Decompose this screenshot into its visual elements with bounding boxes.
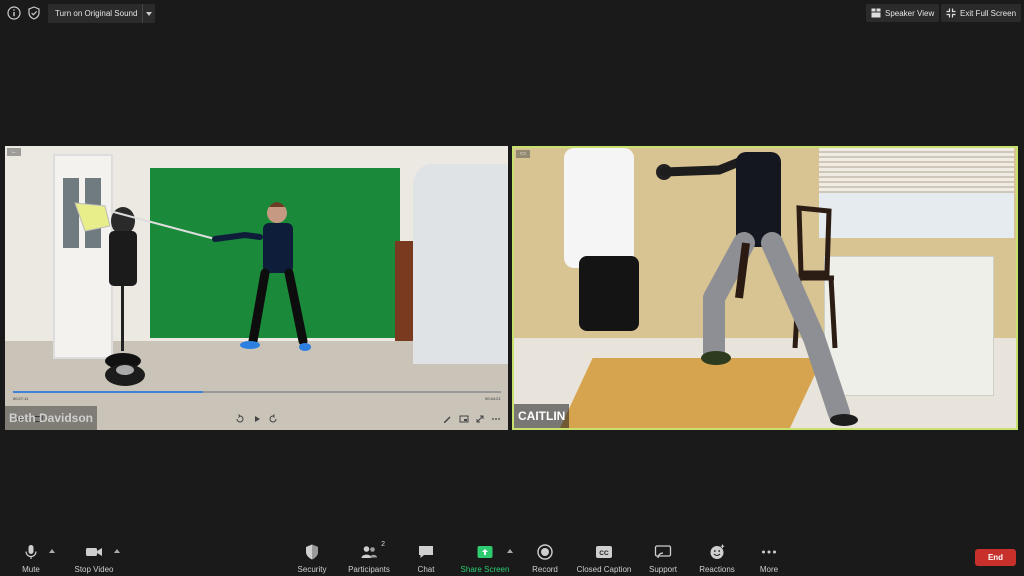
more-button[interactable]: More	[756, 538, 782, 576]
end-meeting-button[interactable]: End	[975, 549, 1016, 566]
share-options-chevron-icon[interactable]	[507, 549, 513, 553]
reactions-label: Reactions	[699, 565, 735, 574]
participants-count: 2	[381, 541, 385, 548]
closed-caption-button[interactable]: CC Closed Caption	[576, 538, 632, 576]
participants-button[interactable]: 2 Participants	[346, 538, 392, 576]
original-sound-label: Turn on Original Sound	[55, 9, 138, 18]
video-camera-icon	[85, 543, 103, 561]
participants-label: Participants	[348, 565, 390, 574]
chat-button[interactable]: Chat	[414, 538, 438, 576]
smiley-icon	[708, 543, 726, 561]
chat-bubble-icon	[417, 543, 435, 561]
stop-video-button[interactable]: Stop Video	[72, 538, 116, 576]
participant-name-tag: Beth Davidson	[5, 406, 98, 430]
shield-check-icon[interactable]	[27, 6, 41, 20]
chat-label: Chat	[417, 565, 435, 574]
speaker-view-label: Speaker View	[885, 8, 935, 18]
record-button[interactable]: Record	[531, 538, 559, 576]
stop-video-label: Stop Video	[74, 565, 114, 574]
support-button[interactable]: Support	[647, 538, 679, 576]
back-arrow-icon[interactable]: ←	[7, 148, 21, 156]
exit-fullscreen-icon	[946, 8, 956, 18]
record-icon	[536, 543, 554, 561]
people-icon: 2	[360, 541, 385, 561]
support-screen-icon	[654, 543, 672, 561]
participant-name-tag: CAITLIN	[514, 404, 570, 428]
more-dots-icon[interactable]	[491, 414, 501, 424]
rewind-icon[interactable]	[235, 414, 245, 424]
original-sound-button[interactable]: Turn on Original Sound	[48, 4, 155, 23]
tile-corner-icon[interactable]: ▭	[516, 150, 530, 158]
support-label: Support	[648, 565, 678, 574]
picture-in-picture-icon[interactable]	[459, 414, 469, 424]
video-feed	[514, 148, 1016, 428]
meeting-toolbar: Mute Stop Video Security 2 Participants …	[0, 538, 1024, 576]
pencil-icon[interactable]	[442, 414, 452, 424]
mute-label: Mute	[22, 565, 40, 574]
reactions-button[interactable]: Reactions	[698, 538, 736, 576]
playback-progress-bar[interactable]	[13, 391, 501, 393]
forward-icon[interactable]	[268, 414, 278, 424]
time-elapsed: 00:27:11	[13, 396, 29, 401]
exit-full-screen-label: Exit Full Screen	[960, 8, 1017, 18]
mute-button[interactable]: Mute	[18, 538, 44, 576]
top-bar: Turn on Original Sound Speaker View Exit…	[0, 0, 1024, 26]
shield-icon	[303, 543, 321, 561]
record-label: Record	[532, 565, 558, 574]
play-icon[interactable]	[252, 414, 262, 424]
share-screen-label: Share Screen	[460, 565, 510, 574]
exit-full-screen-button[interactable]: Exit Full Screen	[941, 4, 1022, 22]
closed-caption-icon: CC	[595, 543, 613, 561]
chevron-down-icon[interactable]	[142, 4, 154, 23]
grid-icon	[871, 8, 881, 18]
security-label: Security	[297, 565, 327, 574]
info-icon[interactable]	[7, 6, 21, 20]
microphone-icon	[22, 543, 40, 561]
video-options-chevron-icon[interactable]	[114, 549, 120, 553]
share-screen-button[interactable]: Share Screen	[460, 538, 510, 576]
share-screen-icon	[476, 543, 494, 561]
fullscreen-icon[interactable]	[475, 414, 485, 424]
audio-options-chevron-icon[interactable]	[49, 549, 55, 553]
svg-text:CC: CC	[599, 550, 609, 557]
more-label: More	[759, 565, 779, 574]
speaker-view-button[interactable]: Speaker View	[866, 4, 940, 22]
playback-progress-fill	[13, 391, 204, 393]
closed-caption-label: Closed Caption	[576, 565, 632, 574]
time-remaining: 00:44:21	[485, 396, 501, 401]
security-button[interactable]: Security	[296, 538, 328, 576]
video-tile-caitlin[interactable]: ▭ CAITLIN	[512, 146, 1018, 430]
video-feed	[5, 146, 508, 430]
more-dots-icon	[760, 543, 778, 561]
video-tile-beth-davidson[interactable]: ← 00:27:11 00:44:21 Beth Davidson	[5, 146, 508, 430]
